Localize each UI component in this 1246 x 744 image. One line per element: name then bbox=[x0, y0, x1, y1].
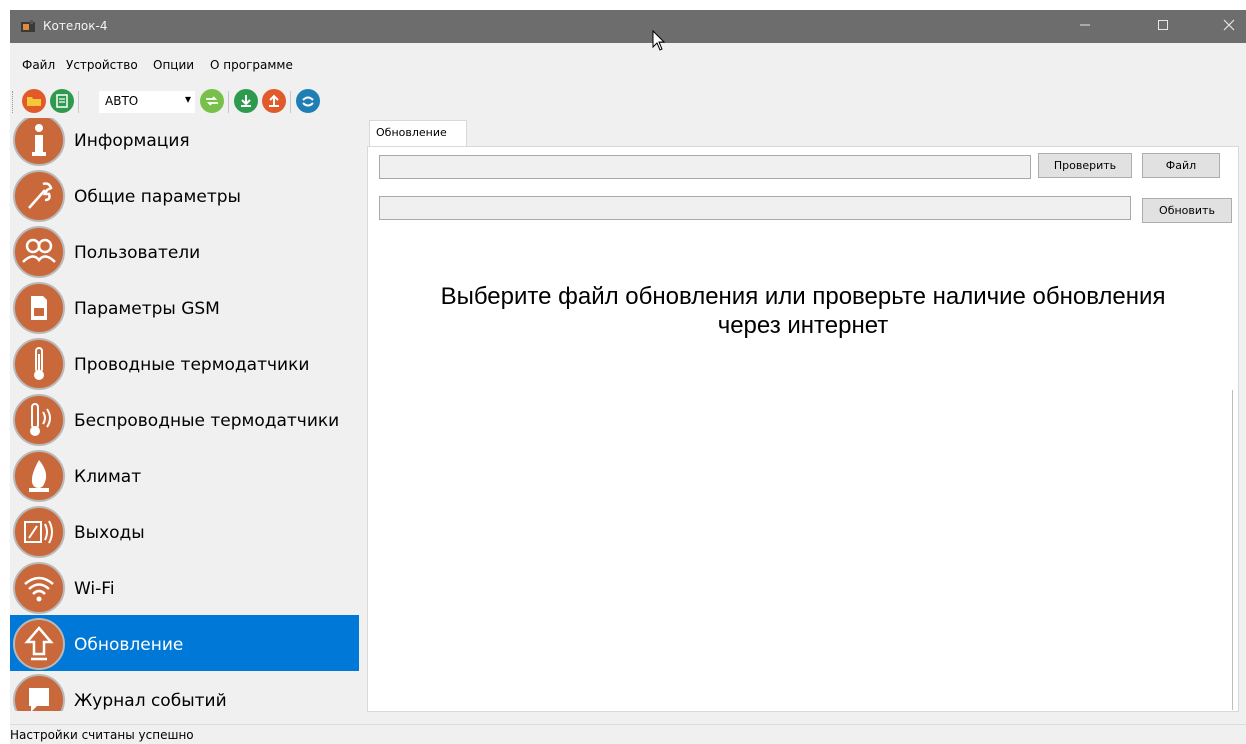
toolbar-separator bbox=[290, 91, 291, 113]
update-arrow-icon bbox=[13, 618, 65, 670]
sidebar-item-information[interactable]: Информация bbox=[10, 118, 359, 167]
sidebar-item-label: Выходы bbox=[74, 523, 145, 543]
check-button[interactable]: Проверить bbox=[1038, 153, 1132, 178]
download-button[interactable] bbox=[234, 89, 258, 113]
toolbar-separator bbox=[78, 91, 79, 113]
menu-bar: Файл Устройство Опции О программе bbox=[10, 54, 1246, 76]
connection-combo-value: АВТО bbox=[105, 94, 139, 108]
instruction-line-1: Выберите файл обновления или проверьте н… bbox=[440, 283, 1166, 310]
wifi-icon bbox=[13, 562, 65, 614]
flame-icon bbox=[13, 450, 65, 502]
sidebar-item-label: Беспроводные термодатчики bbox=[74, 411, 340, 431]
app-window: Котелок-4 Файл Устройство Опции О програ… bbox=[10, 10, 1246, 744]
toolbar: АВТО ▾ bbox=[10, 88, 1246, 118]
instruction-line-2: через интернет bbox=[717, 312, 889, 339]
menu-options[interactable]: Опции bbox=[153, 58, 194, 72]
save-icon bbox=[56, 94, 68, 108]
update-button[interactable]: Обновить bbox=[1142, 198, 1232, 223]
sidebar-item-label: Общие параметры bbox=[74, 187, 241, 207]
upload-button[interactable] bbox=[262, 89, 286, 113]
status-bar: Настройки считаны успешно bbox=[10, 724, 1246, 744]
connect-button[interactable] bbox=[200, 89, 224, 113]
wireless-thermometer-icon bbox=[13, 394, 65, 446]
event-log-icon bbox=[13, 674, 65, 711]
tab-update[interactable]: Обновление bbox=[369, 120, 467, 147]
sidebar-item-gsm[interactable]: Параметры GSM bbox=[10, 279, 359, 335]
sidebar-item-label: Журнал событий bbox=[74, 691, 227, 711]
sidebar-item-event-log[interactable]: Журнал событий bbox=[10, 671, 359, 711]
window-title: Котелок-4 bbox=[43, 19, 108, 33]
maximize-icon bbox=[1158, 20, 1168, 30]
save-button[interactable] bbox=[50, 89, 74, 113]
minimize-button[interactable] bbox=[1062, 10, 1108, 43]
connection-combo[interactable]: АВТО ▾ bbox=[99, 91, 195, 113]
maximize-button[interactable] bbox=[1140, 10, 1186, 43]
menu-device[interactable]: Устройство bbox=[66, 58, 138, 72]
app-icon bbox=[21, 20, 35, 32]
upload-icon bbox=[269, 94, 279, 107]
sidebar-item-update[interactable]: Обновление bbox=[10, 615, 359, 671]
menu-about[interactable]: О программе bbox=[210, 58, 293, 72]
thermometer-icon bbox=[13, 338, 65, 390]
outputs-icon bbox=[13, 506, 65, 558]
open-folder-icon bbox=[27, 97, 41, 106]
menu-file[interactable]: Файл bbox=[22, 58, 55, 72]
wrench-icon bbox=[13, 170, 65, 222]
sidebar-item-label: Климат bbox=[74, 467, 142, 487]
sidebar-item-general[interactable]: Общие параметры bbox=[10, 167, 359, 223]
close-icon bbox=[1223, 19, 1235, 31]
sidebar-item-label: Информация bbox=[74, 131, 190, 151]
toolbar-separator bbox=[228, 91, 229, 113]
users-icon bbox=[13, 226, 65, 278]
combo-arrow-icon: ▾ bbox=[184, 92, 191, 106]
mouse-cursor-icon bbox=[652, 30, 666, 51]
sidebar-item-outputs[interactable]: Выходы bbox=[10, 503, 359, 559]
toolbar-grip[interactable] bbox=[12, 91, 15, 113]
close-button[interactable] bbox=[1206, 10, 1246, 43]
sidebar-item-label: Обновление bbox=[74, 635, 184, 655]
update-instruction-text: Выберите файл обновления или проверьте н… bbox=[383, 282, 1223, 340]
sidebar-item-label: Параметры GSM bbox=[74, 299, 220, 319]
file-button[interactable]: Файл bbox=[1142, 153, 1220, 178]
sidebar-item-users[interactable]: Пользователи bbox=[10, 223, 359, 279]
minimize-icon bbox=[1080, 24, 1090, 26]
sidebar-item-wired-sensors[interactable]: Проводные термодатчики bbox=[10, 335, 359, 391]
update-progress-bar bbox=[379, 196, 1131, 220]
sim-card-icon bbox=[13, 282, 65, 334]
sync-icon bbox=[302, 96, 314, 107]
info-icon bbox=[13, 118, 65, 166]
sidebar-item-label: Пользователи bbox=[74, 243, 201, 263]
update-source-field[interactable] bbox=[379, 155, 1031, 179]
sidebar-item-label: Проводные термодатчики bbox=[74, 355, 310, 375]
sync-button[interactable] bbox=[296, 89, 320, 113]
sidebar-item-wifi[interactable]: Wi-Fi bbox=[10, 559, 359, 615]
sidebar-nav: Информация Общие параметры Пользователи … bbox=[10, 118, 370, 711]
connect-icon bbox=[206, 96, 218, 106]
sidebar-item-wireless-sensors[interactable]: Беспроводные термодатчики bbox=[10, 391, 359, 447]
title-bar[interactable]: Котелок-4 bbox=[10, 10, 1246, 43]
sidebar-item-label: Wi-Fi bbox=[74, 579, 115, 599]
panel-scrollbar[interactable] bbox=[1232, 390, 1233, 710]
download-icon bbox=[241, 95, 251, 107]
update-panel bbox=[367, 146, 1239, 712]
open-button[interactable] bbox=[22, 89, 46, 113]
sidebar-item-climate[interactable]: Климат bbox=[10, 447, 359, 503]
status-text: Настройки считаны успешно bbox=[10, 728, 194, 742]
